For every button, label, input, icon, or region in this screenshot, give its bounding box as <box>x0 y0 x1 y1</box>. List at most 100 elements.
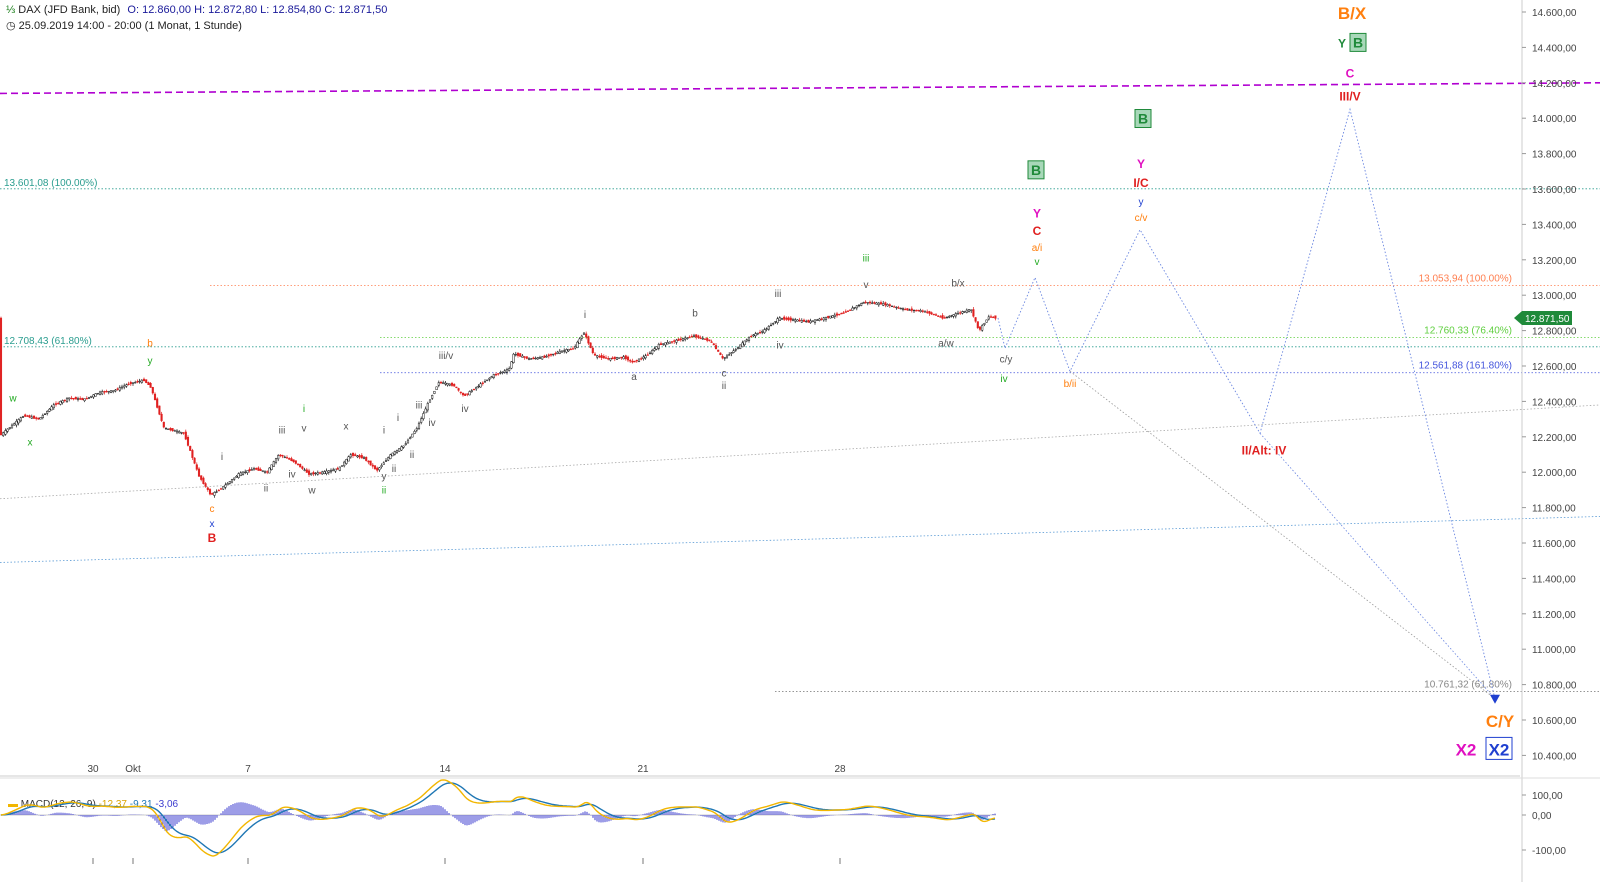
price-candle <box>987 316 990 320</box>
price-candle <box>290 458 293 462</box>
price-candle <box>527 358 531 360</box>
wave-label: y <box>382 471 387 482</box>
projection-paths <box>997 107 1500 704</box>
price-candle <box>501 371 504 373</box>
projection-path <box>997 107 1496 699</box>
wave-label: ii <box>410 450 414 461</box>
price-candle <box>950 315 953 317</box>
price-candle <box>224 484 227 488</box>
price-tick-label: 10.400,00 <box>1532 751 1577 762</box>
price-candle <box>910 308 913 311</box>
price-candle <box>574 346 577 349</box>
price-candle <box>486 379 489 381</box>
price-candle <box>884 302 887 306</box>
price-candle <box>98 391 102 395</box>
price-candle <box>794 319 797 322</box>
price-candle <box>851 307 854 311</box>
price-candle <box>470 390 473 393</box>
price-candle <box>6 428 9 432</box>
price-candle <box>789 317 792 321</box>
price-candle <box>554 353 557 355</box>
price-candle <box>259 469 262 471</box>
price-candle <box>978 326 982 330</box>
wave-label: iii/v <box>439 351 453 362</box>
price-candle <box>981 325 984 331</box>
wave-label: x <box>28 438 33 449</box>
price-candle <box>961 311 964 314</box>
fib-level-label: 13.053,94 (100.00%) <box>1419 274 1512 285</box>
fib-level-label: 12.561,88 (161.80%) <box>1419 361 1512 372</box>
price-candle <box>523 356 526 358</box>
price-candle <box>811 320 814 322</box>
price-candle <box>917 309 920 312</box>
price-candle <box>437 382 440 386</box>
price-candle <box>952 314 955 317</box>
price-tick-label: 14.600,00 <box>1532 8 1577 19</box>
price-candle <box>310 473 313 476</box>
price-candle <box>908 309 911 311</box>
wave-label: ii <box>382 485 386 496</box>
price-candle <box>215 491 218 493</box>
time-tick-label: 30 <box>87 764 99 775</box>
price-candle <box>32 415 36 419</box>
price-candle <box>446 383 449 386</box>
projection-gray-line <box>1259 432 1496 700</box>
price-candle <box>296 463 300 465</box>
price-candle <box>855 305 858 309</box>
price-candle <box>637 358 641 362</box>
price-candle <box>450 382 454 386</box>
price-candle <box>248 469 251 472</box>
price-candle <box>118 387 121 391</box>
price-candle <box>30 416 33 419</box>
price-candle <box>365 456 368 461</box>
time-tick-label: 7 <box>245 764 251 775</box>
price-candle <box>567 348 570 352</box>
price-candle <box>954 313 957 317</box>
price-candle <box>2 432 5 437</box>
price-candle <box>461 393 465 396</box>
fib-level-label: 12.760,33 (76.40%) <box>1424 326 1512 337</box>
price-candle <box>974 317 977 322</box>
price-candle <box>147 382 150 385</box>
price-candle <box>941 315 944 319</box>
price-candle <box>615 357 619 360</box>
price-candle <box>105 390 108 393</box>
price-candle <box>213 492 216 496</box>
wave-label: b/ii <box>1064 379 1077 390</box>
price-candle <box>767 325 770 330</box>
price-candle <box>494 374 498 376</box>
price-candle <box>184 431 187 440</box>
wave-label: B <box>208 531 217 545</box>
price-candle <box>871 302 874 304</box>
price-candle <box>593 353 597 356</box>
support-trend-line <box>0 404 1600 500</box>
wave-label: w <box>8 393 17 404</box>
price-candle <box>459 391 462 394</box>
price-candle <box>644 355 647 359</box>
wave-label: C/Y <box>1486 712 1515 731</box>
price-candle <box>420 418 423 423</box>
price-candle <box>904 308 907 311</box>
price-candle <box>739 344 742 349</box>
wave-label: b <box>692 308 698 319</box>
price-candle <box>589 342 592 348</box>
price-candle <box>13 423 16 426</box>
price-candle <box>684 337 687 340</box>
wave-label: y <box>148 356 153 367</box>
price-candle <box>983 323 986 325</box>
price-candle <box>989 316 993 318</box>
price-candle <box>321 471 324 475</box>
price-candle <box>930 312 933 315</box>
price-candle <box>246 470 249 474</box>
price-candle <box>549 353 553 356</box>
price-candle <box>193 457 196 464</box>
price-candle <box>563 350 566 352</box>
price-candle <box>332 469 335 472</box>
boxed-wave-label: X2 <box>1489 740 1510 759</box>
price-chart[interactable]: 13.601,08 (100.00%) 12.708,43 (61.80%) 13.… <box>0 0 1600 882</box>
price-candle <box>948 316 951 318</box>
price-candle <box>325 470 328 474</box>
time-tick-label: 28 <box>834 764 846 775</box>
wave-label: v <box>302 423 307 434</box>
price-candle <box>750 335 753 338</box>
